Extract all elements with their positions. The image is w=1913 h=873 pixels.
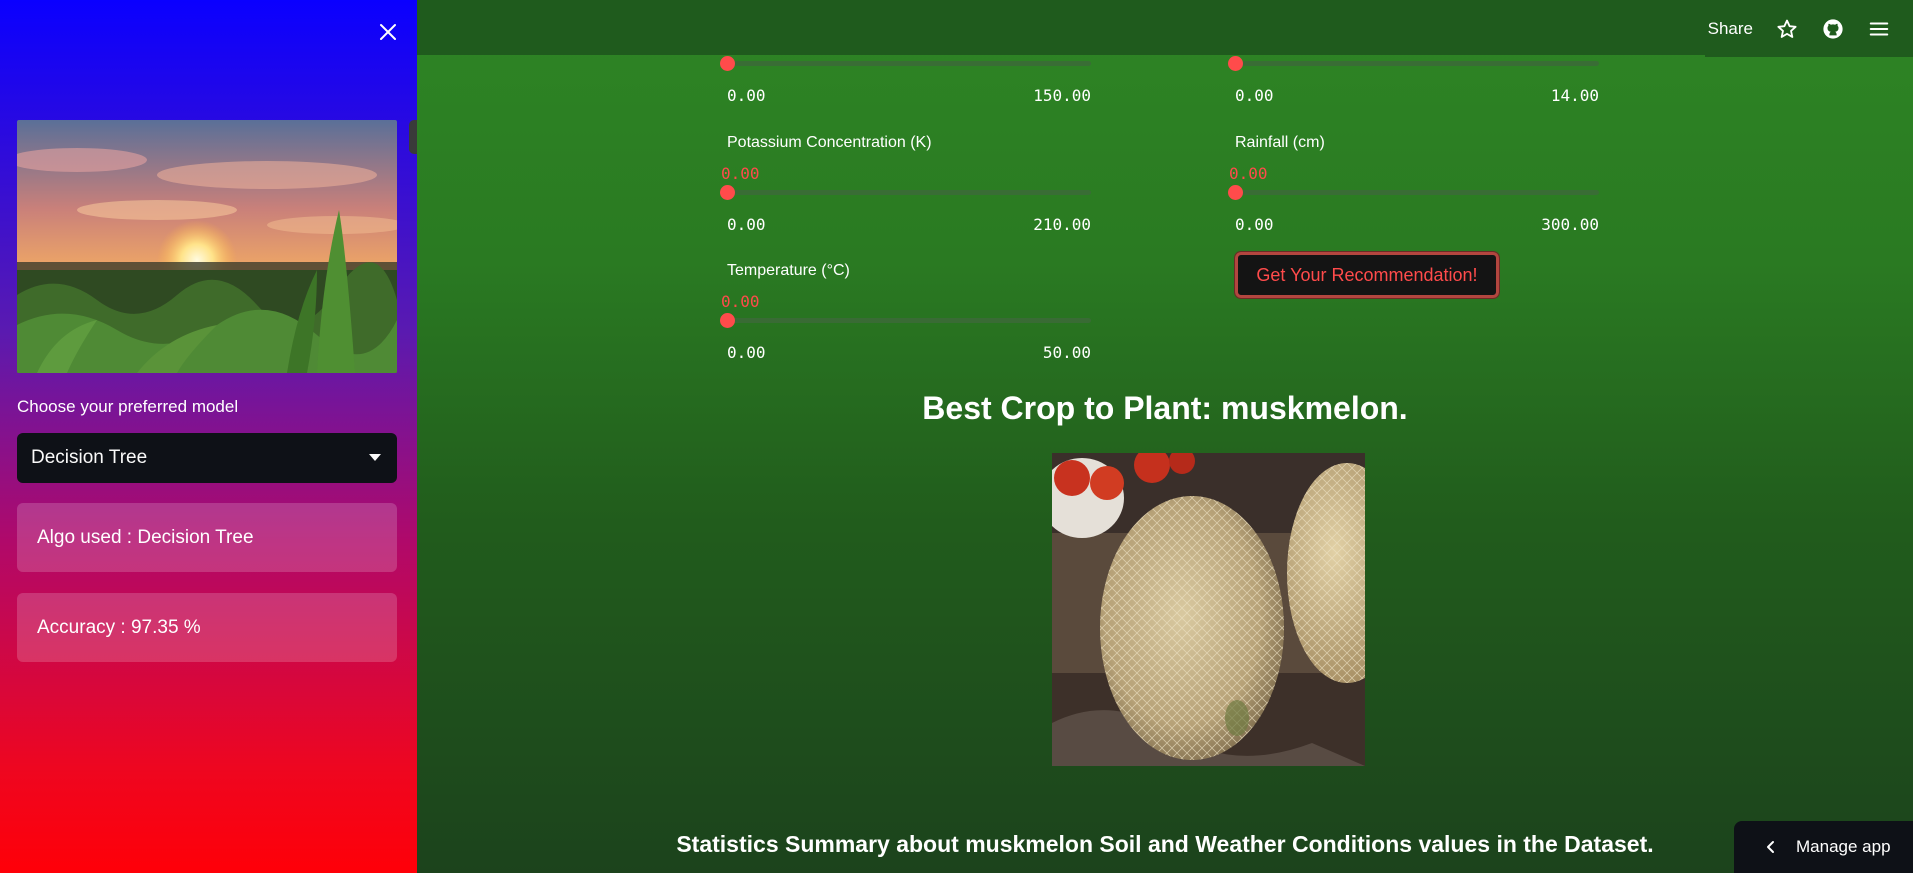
manage-app-button[interactable]: Manage app [1734, 821, 1913, 873]
slider-thumb[interactable] [1228, 56, 1243, 71]
sidebar-resize-handle[interactable] [409, 120, 417, 154]
menu-icon[interactable] [1867, 17, 1891, 41]
model-select-label: Choose your preferred model [17, 397, 239, 416]
share-button[interactable]: Share [1708, 19, 1753, 39]
top-bar: Share [417, 0, 1913, 57]
close-sidebar-button[interactable] [372, 16, 404, 48]
muskmelon-image [1052, 453, 1365, 766]
algo-info-box: Algo used : Decision Tree [17, 503, 397, 572]
close-icon [380, 24, 396, 40]
slider-max: 150.00 [1033, 86, 1091, 105]
slider-thumb[interactable] [720, 313, 735, 328]
star-icon[interactable] [1775, 17, 1799, 41]
slider-value: 0.00 [1229, 164, 1268, 183]
chevron-down-icon [369, 454, 381, 461]
slider-max: 210.00 [1033, 215, 1091, 234]
slider-max: 50.00 [1042, 343, 1091, 362]
get-recommendation-button[interactable]: Get Your Recommendation! [1234, 251, 1500, 299]
statistics-summary-title: Statistics Summary about muskmelon Soil … [676, 831, 1654, 857]
slider-max: 300.00 [1541, 215, 1599, 234]
sidebar: Choose your preferred model Decision Tre… [0, 0, 417, 873]
model-select[interactable]: Decision Tree [17, 433, 397, 483]
slider-thumb[interactable] [720, 56, 735, 71]
accuracy-info-box: Accuracy : 97.35 % [17, 593, 397, 662]
slider-value: 0.00 [721, 164, 760, 183]
slider-track [727, 190, 1091, 195]
sunset-cornfield-image [17, 120, 397, 373]
model-select-value: Decision Tree [31, 447, 148, 468]
slider-track [727, 61, 1091, 66]
manage-app-label: Manage app [1796, 837, 1891, 856]
algo-used-text: Algo used : Decision Tree [37, 526, 254, 548]
slider-thumb[interactable] [720, 185, 735, 200]
github-icon[interactable] [1821, 17, 1845, 41]
slider-thumb[interactable] [1228, 185, 1243, 200]
slider-label: Temperature (°C) [727, 262, 850, 279]
toolbar-actions: Share [1705, 0, 1913, 57]
slider-track [727, 318, 1091, 323]
accuracy-text: Accuracy : 97.35 % [37, 616, 201, 638]
chevron-left-icon [1767, 841, 1774, 853]
slider-track [1235, 190, 1599, 195]
result-title: Best Crop to Plant: muskmelon. [922, 390, 1408, 426]
slider-label: Potassium Concentration (K) [727, 134, 932, 151]
slider-track [1235, 61, 1599, 66]
slider-max: 14.00 [1550, 86, 1599, 105]
slider-label: Rainfall (cm) [1235, 134, 1325, 151]
slider-value: 0.00 [721, 292, 760, 311]
